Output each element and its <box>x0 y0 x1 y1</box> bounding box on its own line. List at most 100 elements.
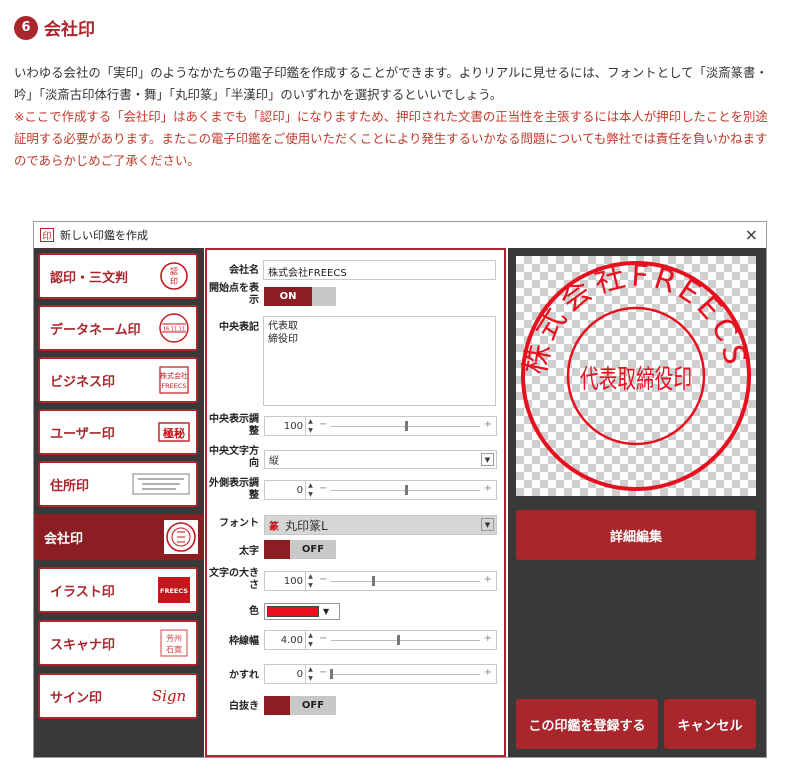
sidebar-item-label: 会社印 <box>44 531 84 547</box>
center-text-input[interactable]: 代表取 締役印 <box>263 316 496 406</box>
invert-toggle[interactable]: OFF <box>264 696 336 715</box>
toggle-state: ON <box>264 287 312 306</box>
seal-outer-text: 株式会社FREECS <box>518 258 749 377</box>
section-heading: 6 会社印 <box>14 15 95 40</box>
spin-value: 100 <box>283 575 303 587</box>
sidebar-item-dataname[interactable]: データネーム印 16.11.11 <box>38 305 198 351</box>
text-size-control[interactable]: 100 ▲ ▼ − + <box>264 571 497 591</box>
border-width-control[interactable]: 4.00 ▲ ▼ − + <box>264 630 497 650</box>
spin-value: 0 <box>296 484 303 496</box>
register-seal-button[interactable]: この印鑑を登録する <box>516 699 658 749</box>
spin-value: 100 <box>283 420 303 432</box>
font-label: フォント <box>219 518 259 529</box>
svg-text:Sign: Sign <box>152 687 186 705</box>
spin-buttons[interactable]: ▲ ▼ <box>305 572 315 590</box>
sidebar-item-label: 住所印 <box>50 478 90 494</box>
text-size-slider[interactable]: − + <box>319 572 492 590</box>
spin-value: 4.00 <box>280 634 303 646</box>
font-select[interactable]: 篆 丸印篆L ▼ <box>264 515 497 535</box>
color-picker[interactable]: ▼ <box>264 603 340 620</box>
cancel-button[interactable]: キャンセル <box>664 699 756 749</box>
font-sample-icon: 篆 <box>269 521 279 533</box>
sidebar-item-label: サイン印 <box>50 690 103 706</box>
description-notice: ※ここで作成する「会社印」はあくまでも「認印」になりますため、押印された文書の正… <box>14 109 768 168</box>
center-adjust-label: 中央表示調整 <box>209 414 259 437</box>
sidebar-item-mitomein[interactable]: 認印・三文判 認印 <box>38 253 198 299</box>
chevron-down-icon: ▼ <box>481 453 494 466</box>
color-swatch <box>267 606 319 617</box>
start-point-toggle[interactable]: ON <box>264 287 336 306</box>
preview-panel: 株式会社FREECS 代表取締役印 詳細編集 この印鑑を登録する キャンセル <box>508 248 766 757</box>
spin-value: 0 <box>296 668 303 680</box>
window-titlebar: 印 新しい印鑑を作成 × <box>34 222 766 248</box>
outer-adjust-label: 外側表示調整 <box>209 478 259 501</box>
seal-preview: 株式会社FREECS 代表取締役印 <box>516 256 756 496</box>
sidebar-item-label: ユーザー印 <box>50 426 115 442</box>
border-width-slider[interactable]: − + <box>319 631 492 649</box>
detail-edit-button[interactable]: 詳細編集 <box>516 510 756 560</box>
invert-label: 白抜き <box>229 701 259 712</box>
svg-text:株式会社FREECS: 株式会社FREECS <box>518 258 753 377</box>
svg-text:FREECS: FREECS <box>161 382 186 390</box>
blur-control[interactable]: 0 ▲ ▼ − + <box>264 664 497 684</box>
svg-text:石寛: 石寛 <box>166 644 182 654</box>
chevron-down-icon: ▼ <box>481 518 494 531</box>
center-adjust-control[interactable]: 100 ▲ ▼ − + <box>264 416 497 436</box>
center-direction-label: 中央文字方向 <box>209 446 259 469</box>
outer-adjust-slider[interactable]: − + <box>319 481 492 499</box>
svg-text:芳州: 芳州 <box>166 633 182 643</box>
address-stamp-icon <box>132 468 190 500</box>
company-seal-preview: 株式会社FREECS 代表取締役印 <box>518 258 753 491</box>
spin-buttons[interactable]: ▲ ▼ <box>305 481 315 499</box>
spin-buttons[interactable]: ▲ ▼ <box>305 665 315 683</box>
sidebar-item-label: スキャナ印 <box>50 637 116 653</box>
sidebar-item-label: 認印・三文判 <box>50 270 129 286</box>
create-seal-window: 印 新しい印鑑を作成 × 認印・三文判 認印 データネーム印 16.11.11 … <box>33 221 767 758</box>
bold-toggle[interactable]: OFF <box>264 540 336 559</box>
spin-buttons[interactable]: ▲ ▼ <box>305 631 315 649</box>
center-adjust-slider[interactable]: − + <box>319 417 492 435</box>
svg-text:16.11.11: 16.11.11 <box>163 327 185 333</box>
bold-label: 太字 <box>239 546 259 557</box>
seal-inner-text: 代表取締役印 <box>580 365 692 395</box>
text-size-label: 文字の大きさ <box>209 568 259 591</box>
sidebar-item-illust[interactable]: イラスト印 FREECS <box>38 567 198 613</box>
spin-buttons[interactable]: ▲ ▼ <box>305 417 315 435</box>
svg-text:FREECS: FREECS <box>160 587 188 595</box>
start-point-label: 開始点を表示 <box>209 283 259 306</box>
sidebar-item-label: データネーム印 <box>50 322 141 338</box>
chevron-down-icon: ▼ <box>323 607 330 616</box>
section-title: 会社印 <box>44 20 95 40</box>
border-width-label: 枠線幅 <box>229 636 259 647</box>
sidebar-item-user[interactable]: ユーザー印 極秘 <box>38 409 198 455</box>
blur-slider[interactable]: − + <box>319 665 492 683</box>
description: いわゆる会社の「実印」のようなかたちの電子印鑑を作成することができます。よりリア… <box>14 62 774 172</box>
company-seal-icon <box>164 520 198 554</box>
outer-adjust-control[interactable]: 0 ▲ ▼ − + <box>264 480 497 500</box>
sidebar-item-scan[interactable]: スキャナ印 芳州 石寛 <box>38 620 198 666</box>
svg-text:認: 認 <box>170 266 178 276</box>
close-icon[interactable]: × <box>745 225 758 244</box>
business-stamp-icon: 株式会社 FREECS <box>158 364 190 396</box>
window-title: 新しい印鑑を作成 <box>60 229 148 242</box>
section-number-badge: 6 <box>14 15 38 40</box>
date-stamp-icon: 16.11.11 <box>158 312 190 344</box>
svg-text:株式会社: 株式会社 <box>160 371 188 380</box>
blur-label: かすれ <box>229 670 259 681</box>
sidebar-item-address[interactable]: 住所印 <box>38 461 198 507</box>
svg-text:印: 印 <box>170 277 178 286</box>
scan-stamp-icon: 芳州 石寛 <box>158 627 190 659</box>
user-stamp-icon: 極秘 <box>158 416 190 448</box>
sidebar-item-label: ビジネス印 <box>50 374 116 390</box>
toggle-state: OFF <box>290 540 336 559</box>
company-name-label: 会社名 <box>229 265 259 276</box>
app-icon: 印 <box>40 228 54 242</box>
sidebar-item-sign[interactable]: サイン印 Sign <box>38 673 198 719</box>
center-direction-select[interactable]: 縦 ▼ <box>264 450 497 469</box>
company-name-input[interactable]: 株式会社FREECS <box>263 260 496 280</box>
sidebar-item-business[interactable]: ビジネス印 株式会社 FREECS <box>38 357 198 403</box>
seal-type-sidebar: 認印・三文判 認印 データネーム印 16.11.11 ビジネス印 株式会社 FRE… <box>34 248 204 757</box>
center-text-label: 中央表記 <box>219 322 259 333</box>
sidebar-item-label: イラスト印 <box>50 584 115 600</box>
sidebar-item-company[interactable]: 会社印 <box>34 514 204 560</box>
